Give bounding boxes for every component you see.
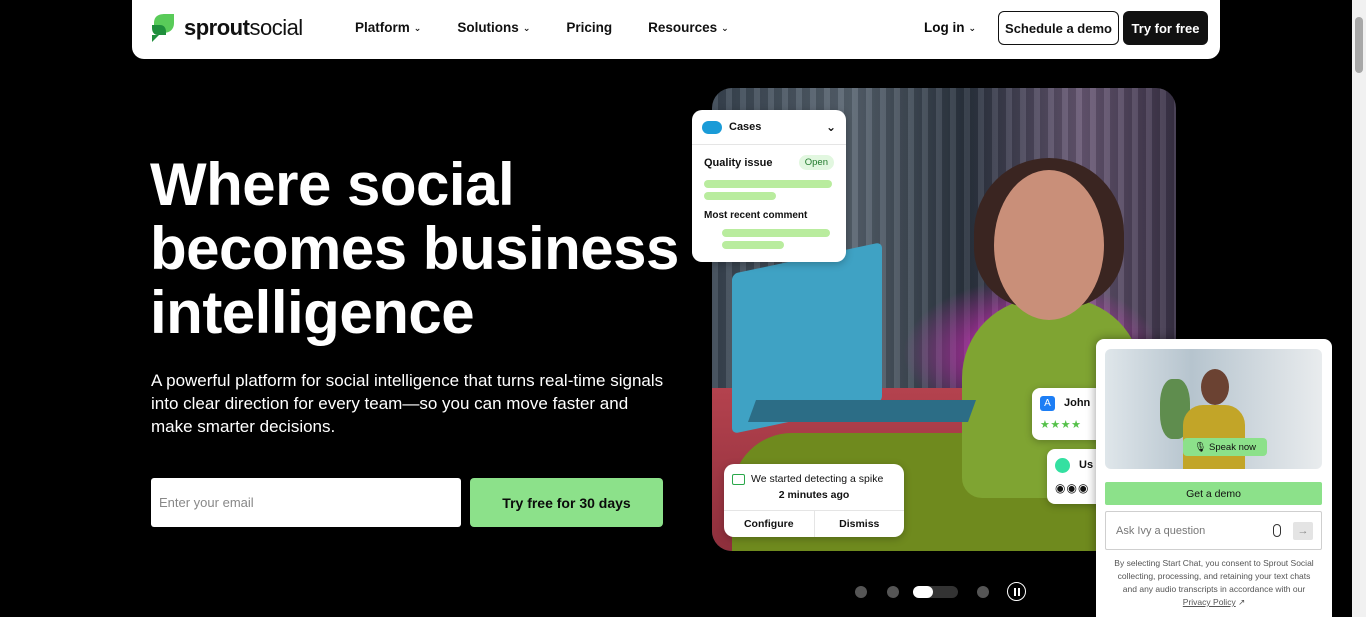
try-free-30-days-button[interactable]: Try free for 30 days: [470, 478, 663, 527]
leaf-logo-icon: [152, 14, 174, 42]
carousel-dot-active[interactable]: [913, 585, 958, 598]
nav-pricing[interactable]: Pricing: [566, 20, 612, 35]
bubble-rating-icon: ◉◉◉: [1055, 481, 1090, 495]
cases-title: Cases: [729, 121, 762, 133]
chevron-down-icon: ⌄: [522, 23, 531, 33]
schedule-demo-button[interactable]: Schedule a demo: [998, 11, 1119, 45]
quality-issue-row: Quality issue Open: [692, 145, 846, 176]
cases-card: Cases ⌄ Quality issue Open Most recent c…: [692, 110, 846, 262]
dismiss-button[interactable]: Dismiss: [813, 511, 905, 537]
tripadvisor-icon: [1055, 458, 1070, 473]
scrollbar[interactable]: [1352, 0, 1366, 617]
external-link-icon: ↗: [1238, 597, 1246, 607]
assistant-video: 🎙 Speak now: [1105, 349, 1322, 469]
spike-alert-card: We started detecting a spike 2 minutes a…: [724, 464, 904, 537]
app-store-review-card: A John ★★★★: [1032, 388, 1102, 440]
configure-button[interactable]: Configure: [724, 511, 814, 537]
logo-wordmark: sproutsocial: [184, 15, 303, 40]
recent-comment-label: Most recent comment: [704, 210, 808, 221]
chat-widget: 🎙 Speak now Get a demo Ask Ivy a questio…: [1096, 339, 1332, 617]
hero-headline: Where social becomes business intelligen…: [150, 151, 679, 346]
issue-label: Quality issue: [704, 156, 773, 169]
carousel-controls: [855, 582, 1026, 601]
spike-message: We started detecting a spike: [751, 473, 884, 485]
chevron-down-icon: ⌄: [413, 23, 422, 33]
privacy-policy-link[interactable]: Privacy Policy: [1183, 597, 1236, 607]
email-input[interactable]: Enter your email: [151, 478, 461, 527]
microphone-icon[interactable]: [1273, 524, 1281, 537]
reviewer-name: John: [1064, 397, 1091, 409]
placeholder-line: [704, 180, 832, 188]
hero-subtext: A powerful platform for social intellige…: [151, 371, 664, 436]
try-free-button[interactable]: Try for free: [1123, 11, 1208, 45]
speak-now-button[interactable]: 🎙 Speak now: [1183, 438, 1267, 456]
placeholder-line: [722, 229, 830, 237]
get-demo-button[interactable]: Get a demo: [1105, 482, 1322, 505]
nav-resources[interactable]: Resources ⌄: [648, 20, 729, 35]
cases-header[interactable]: Cases ⌄: [692, 110, 846, 145]
scrollbar-thumb[interactable]: [1355, 17, 1363, 73]
app-store-icon: A: [1040, 396, 1055, 411]
chevron-down-icon: ⌄: [721, 23, 729, 33]
star-rating-icon: ★★★★: [1040, 419, 1082, 431]
placeholder-line: [722, 241, 784, 249]
carousel-dot-2[interactable]: [887, 585, 899, 598]
login-menu[interactable]: Log in ⌄: [924, 20, 976, 35]
pause-icon[interactable]: [1007, 582, 1026, 601]
microphone-icon: 🎙: [1193, 441, 1207, 453]
spike-actions: Configure Dismiss: [724, 510, 904, 537]
woman-face: [994, 170, 1104, 320]
nav-platform[interactable]: Platform ⌄: [355, 20, 421, 35]
chevron-down-icon: ⌄: [968, 23, 977, 33]
spike-time: 2 minutes ago: [778, 489, 850, 501]
tripadvisor-review-card: Us ◉◉◉: [1047, 449, 1103, 504]
nav-solutions[interactable]: Solutions ⌄: [457, 20, 530, 35]
chevron-down-icon: ⌄: [825, 120, 836, 134]
status-badge: Open: [798, 155, 834, 170]
spike-message-row: We started detecting a spike: [724, 464, 904, 485]
primary-nav: Platform ⌄ Solutions ⌄ Pricing Resources ⌄: [355, 20, 765, 35]
laptop-base: [747, 400, 977, 422]
carousel-dot-1[interactable]: [855, 585, 867, 598]
send-arrow-icon[interactable]: →: [1293, 522, 1313, 540]
chat-bubble-icon: [732, 473, 745, 485]
sprout-social-logo[interactable]: sproutsocial: [150, 13, 303, 43]
carousel-dot-4[interactable]: [977, 585, 989, 598]
ask-ivy-input[interactable]: Ask Ivy a question →: [1105, 511, 1322, 550]
top-nav: sproutsocial Platform ⌄ Solutions ⌄ Pricin…: [132, 0, 1220, 59]
consent-text: By selecting Start Chat, you consent to …: [1114, 558, 1314, 607]
reviewer-name: Us: [1079, 459, 1094, 471]
salesforce-cloud-icon: [702, 120, 722, 134]
placeholder-line: [704, 192, 776, 200]
